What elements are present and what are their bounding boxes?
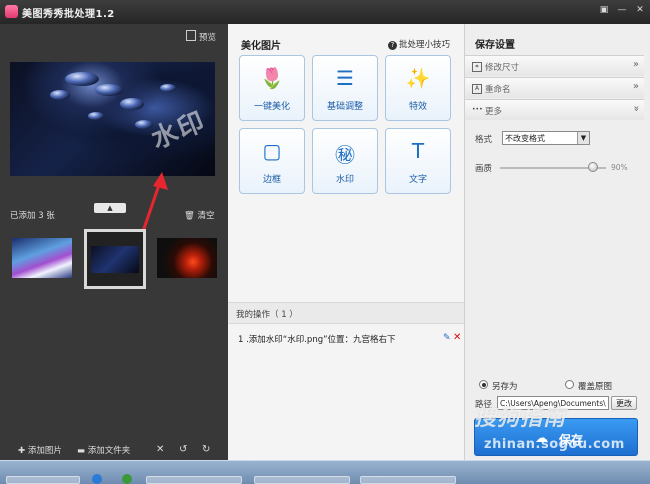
change-path-button[interactable]: 更改 (611, 396, 637, 410)
frame-icon: ▢ (262, 139, 282, 163)
tips-link[interactable]: ? 批处理小技巧 (388, 38, 450, 50)
clear-button[interactable]: 🗑 清空 (184, 209, 215, 221)
format-label: 格式 (475, 135, 493, 145)
add-folder-button[interactable]: ▬ 添加文件夹 (77, 444, 130, 456)
rotate-left-icon[interactable]: ↺ (179, 444, 187, 455)
expand-icon: » (632, 81, 639, 92)
format-value: 不改变格式 (505, 134, 545, 143)
crop-icon: ⌗ (472, 62, 482, 72)
add-image-button[interactable]: ✚ 添加图片 (18, 444, 62, 456)
expand-icon: » (632, 59, 639, 70)
tool-auto-beautify[interactable]: 🌷 一键美化 (239, 55, 305, 121)
quality-value: 90% (611, 163, 628, 172)
dropdown-arrow-icon[interactable]: ▼ (577, 132, 589, 144)
overwrite-radio[interactable] (565, 380, 574, 389)
added-count-label: 已添加 3 张 (10, 211, 55, 221)
minimize-button[interactable]: — (615, 4, 629, 16)
watermark-seal-icon: ㊙ (335, 143, 355, 167)
thumbnail-3[interactable] (157, 238, 217, 278)
taskbar-item[interactable] (254, 476, 350, 484)
tool-frame[interactable]: ▢ 边框 (239, 128, 305, 194)
overwrite-label: 覆盖原图 (578, 382, 613, 392)
section-more[interactable]: ••• 更多 » (465, 99, 644, 120)
tool-effects[interactable]: ✨ 特效 (385, 55, 451, 121)
tool-basic-adjust[interactable]: ☰ 基础调整 (312, 55, 378, 121)
close-button[interactable]: ✕ (633, 4, 647, 16)
sliders-icon: ☰ (336, 66, 354, 90)
sougou-watermark-url: zhinan.sogou.com (484, 437, 625, 452)
preview-icon (186, 30, 196, 41)
quality-slider-thumb[interactable] (588, 162, 598, 172)
delete-icon[interactable]: ✕ (156, 444, 164, 455)
trash-icon: 🗑 (184, 211, 195, 221)
taskbar-item[interactable] (146, 476, 242, 484)
tulip-icon: 🌷 (259, 66, 285, 90)
plus-icon: ✚ (18, 446, 26, 456)
sougou-watermark-logo: 搜狗指南 (474, 406, 567, 431)
browser-icon[interactable] (92, 474, 102, 484)
skin-icon[interactable]: ▣ (597, 4, 611, 16)
rotate-right-icon[interactable]: ↻ (202, 444, 210, 455)
operation-item: 1 .添加水印“水印.png”位置：九宫格右下 (238, 335, 396, 345)
tool-text[interactable]: T 文字 (385, 128, 451, 194)
text-icon: T (411, 139, 425, 163)
app-icon[interactable] (122, 474, 132, 484)
quality-label: 画质 (475, 164, 493, 174)
thumbnail-1[interactable] (12, 238, 72, 278)
beautify-title: 美化图片 (241, 41, 281, 52)
help-icon: ? (388, 41, 397, 50)
collapse-button[interactable]: ▲ (94, 203, 126, 213)
collapse-icon: » (630, 105, 642, 112)
save-as-radio[interactable] (479, 380, 488, 389)
app-logo-icon (5, 5, 18, 18)
tool-watermark[interactable]: ㊙ 水印 (312, 128, 378, 194)
edit-icon[interactable]: ✎ (443, 333, 451, 343)
rename-icon: A (472, 84, 482, 94)
section-rename[interactable]: A 重命名 » (465, 77, 644, 98)
more-dots-icon: ••• (472, 106, 483, 113)
taskbar-item[interactable] (360, 476, 456, 484)
taskbar-item[interactable] (6, 476, 80, 484)
folder-icon: ▬ (77, 446, 86, 456)
preview-button[interactable]: 预览 (186, 30, 216, 43)
delete-operation-icon[interactable]: ✕ (453, 332, 461, 343)
section-resize[interactable]: ⌗ 修改尺寸 » (465, 55, 644, 76)
save-as-label: 另存为 (492, 382, 518, 392)
operations-title: 我的操作（ 1 ） (236, 310, 298, 320)
save-settings-title: 保存设置 (475, 40, 515, 51)
window-title: 美图秀秀批处理1.2 (22, 9, 115, 20)
magic-wand-icon: ✨ (405, 66, 431, 90)
thumbnail-2-selected[interactable] (84, 229, 146, 289)
